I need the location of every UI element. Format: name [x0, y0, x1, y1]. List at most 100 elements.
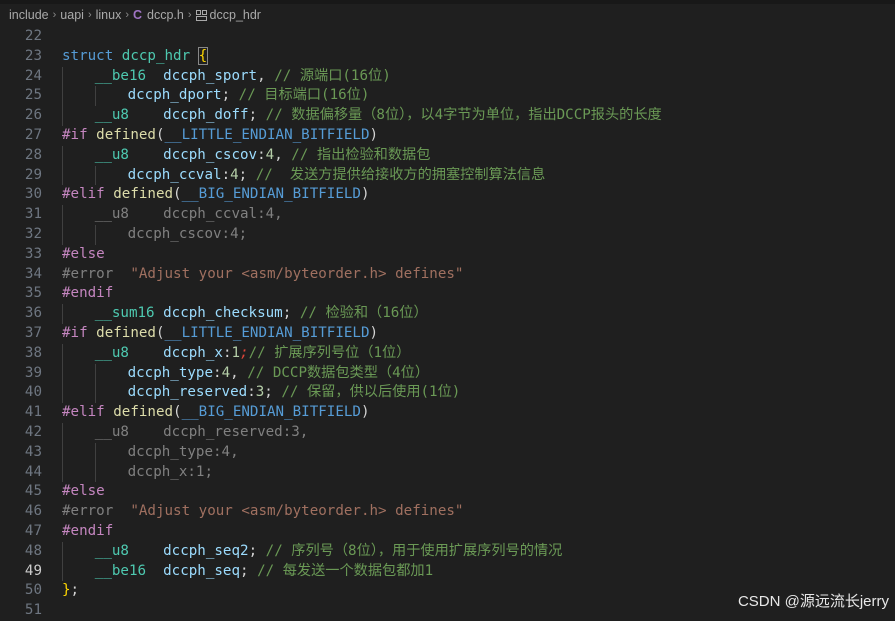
- code-token: dccph_x:1;: [127, 463, 214, 480]
- code-token: // DCCP数据包类型（4位）: [247, 364, 430, 381]
- code-editor[interactable]: 22 23 struct dccp_hdr {24 __be16 dccph_spor…: [0, 26, 895, 618]
- line-number: 37: [24, 325, 42, 341]
- line-number: 39: [24, 364, 42, 381]
- code-line[interactable]: 28 __u8 dccph_cscov:4, // 指出检验和数据包: [0, 146, 895, 166]
- code-line[interactable]: 32 dccph_cscov:4;: [0, 225, 895, 245]
- code-line[interactable]: 31 __u8 dccph_ccval:4,: [0, 205, 895, 225]
- line-number: 49: [24, 562, 42, 579]
- code-token: dccp_hdr: [121, 47, 199, 64]
- code-line[interactable]: 41 #elif defined(__BIG_ENDIAN_BITFIELD): [0, 403, 895, 423]
- code-token: __u8 dccph_ccval:4,: [94, 206, 283, 223]
- code-token: __u8: [94, 146, 129, 163]
- line-number: 45: [24, 483, 42, 500]
- code-text: __u8 dccph_doff; // 数据偏移量（8位），以4字节为单位，指出…: [95, 106, 662, 126]
- code-line[interactable]: 40 dccph_reserved:3; // 保留，供以后使用(1位): [0, 383, 895, 403]
- code-token: dccph_type: [127, 364, 214, 381]
- code-line[interactable]: 44 dccph_x:1;: [0, 463, 895, 483]
- code-token: defined: [113, 186, 174, 203]
- code-token: dccph_dport: [127, 87, 222, 104]
- code-line[interactable]: 47 #endif: [0, 522, 895, 542]
- code-line[interactable]: 37 #if defined(__LITTLE_ENDIAN_BITFIELD): [0, 324, 895, 344]
- code-line[interactable]: 48 __u8 dccph_seq2; // 序列号（8位），用于使用扩展序列号的…: [0, 542, 895, 562]
- code-token: __u8: [94, 107, 129, 124]
- code-text: __be16 dccph_sport, // 源端口(16位): [95, 67, 391, 87]
- indent-guide: [62, 383, 63, 404]
- code-token: :: [247, 384, 256, 401]
- code-token: // 目标端口(16位): [238, 87, 370, 104]
- code-token: ;: [240, 344, 249, 361]
- line-number: 43: [24, 443, 42, 460]
- code-token: // 扩展序列号位（1位）: [248, 344, 411, 361]
- code-line[interactable]: 27 #if defined(__LITTLE_ENDIAN_BITFIELD): [0, 126, 895, 146]
- code-token: dccph_cscov:4;: [127, 226, 248, 242]
- code-line[interactable]: 22: [0, 27, 895, 47]
- code-line[interactable]: 46 #error "Adjust your <asm/byteorder.h> …: [0, 502, 895, 522]
- code-line[interactable]: 33 #else: [0, 245, 895, 265]
- code-token: defined: [96, 325, 156, 341]
- code-line[interactable]: 38 __u8 dccph_x:1;// 扩展序列号位（1位）: [0, 344, 895, 364]
- chevron-right-icon: ›: [52, 9, 57, 21]
- code-line[interactable]: 43 dccph_type:4,: [0, 443, 895, 463]
- code-line[interactable]: 25 dccph_dport; // 目标端口(16位): [0, 86, 895, 106]
- code-line[interactable]: 42 __u8 dccph_reserved:3,: [0, 423, 895, 443]
- code-token: (: [173, 404, 182, 421]
- code-line[interactable]: 49 __be16 dccph_seq; // 每发送一个数据包都加1: [0, 562, 895, 582]
- code-line[interactable]: 36 __sum16 dccph_checksum; // 检验和（16位）: [0, 304, 895, 324]
- code-text: dccph_x:1;: [128, 463, 213, 483]
- breadcrumb-symbol[interactable]: dccp_hdr: [210, 8, 261, 22]
- code-line[interactable]: 34 #error "Adjust your <asm/byteorder.h> …: [0, 265, 895, 285]
- indent-guide: [62, 86, 63, 107]
- code-line[interactable]: 45 #else: [0, 482, 895, 502]
- code-token: 1: [231, 344, 241, 361]
- code-token: // 源端口(16位): [274, 67, 391, 84]
- line-number: 44: [24, 463, 42, 480]
- line-number: 42: [24, 424, 42, 440]
- code-text: #error "Adjust your <asm/byteorder.h> de…: [62, 265, 463, 285]
- line-number: 33: [24, 245, 42, 262]
- code-text: dccph_type:4,: [128, 443, 239, 463]
- code-token: ): [369, 127, 379, 143]
- code-token: #if: [62, 127, 97, 143]
- code-line[interactable]: 26 __u8 dccph_doff; // 数据偏移量（8位），以4字节为单位，…: [0, 106, 895, 126]
- code-token: __be16: [94, 67, 147, 84]
- code-line[interactable]: 29 dccph_ccval:4; // 发送方提供给接收方的拥塞控制算法信息: [0, 166, 895, 186]
- code-token: dccph_cscov: [163, 146, 258, 163]
- code-line[interactable]: 35 #endif: [0, 284, 895, 304]
- breadcrumb-linux[interactable]: linux: [96, 8, 122, 22]
- code-token: ): [369, 325, 379, 341]
- indent-guide: [62, 363, 63, 384]
- code-token: #if: [62, 325, 97, 341]
- code-token: (: [155, 325, 165, 341]
- code-token: defined: [113, 404, 174, 421]
- breadcrumb-uapi[interactable]: uapi: [60, 8, 84, 22]
- code-text: __u8 dccph_reserved:3,: [95, 423, 309, 443]
- line-number: 30: [24, 186, 42, 203]
- code-token: dccph_sport: [163, 67, 258, 84]
- code-token: __LITTLE_ENDIAN_BITFIELD: [164, 127, 370, 143]
- code-line[interactable]: 23 struct dccp_hdr {: [0, 46, 895, 67]
- code-line[interactable]: 24 __be16 dccph_sport, // 源端口(16位): [0, 67, 895, 87]
- code-text: };: [62, 581, 79, 601]
- indent-guide: [62, 106, 63, 126]
- code-token: dccph_checksum: [163, 305, 283, 322]
- code-token: :: [221, 166, 231, 183]
- code-line[interactable]: 39 dccph_type:4, // DCCP数据包类型（4位）: [0, 364, 895, 384]
- breadcrumb-file[interactable]: dccp.h: [147, 8, 184, 22]
- line-number: 31: [24, 206, 42, 223]
- code-token: ;: [221, 87, 239, 104]
- code-text: __sum16 dccph_checksum; // 检验和（16位）: [95, 304, 428, 324]
- code-text: #if defined(__LITTLE_ENDIAN_BITFIELD): [62, 126, 378, 146]
- code-line[interactable]: 30 #elif defined(__BIG_ENDIAN_BITFIELD): [0, 185, 895, 205]
- breadcrumb-include[interactable]: include: [9, 8, 49, 22]
- code-token: 4: [265, 146, 275, 163]
- code-token: 4: [221, 364, 231, 381]
- code-token: ;: [264, 384, 282, 401]
- code-token: ;: [238, 166, 256, 183]
- indent-guide: [62, 343, 63, 364]
- code-text: dccph_reserved:3; // 保留，供以后使用(1位): [128, 383, 461, 403]
- line-number: 46: [24, 503, 42, 520]
- indent-guide: [62, 541, 63, 562]
